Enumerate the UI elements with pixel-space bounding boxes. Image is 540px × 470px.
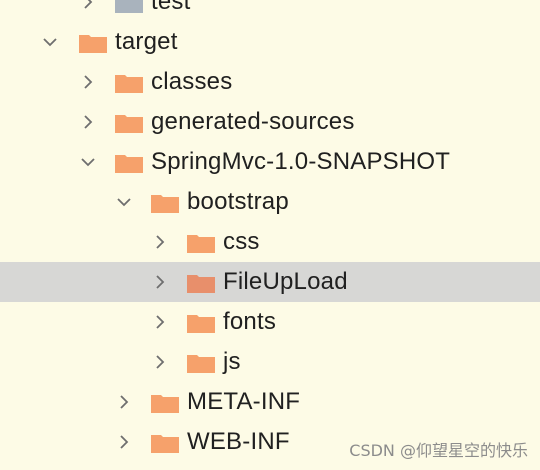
folder-icon	[115, 113, 143, 133]
chevron-right-icon[interactable]	[150, 352, 170, 372]
csdn-watermark: CSDN @仰望星空的快乐	[349, 441, 528, 460]
folder-icon	[151, 433, 179, 453]
tree-item-generated-sources[interactable]: generated-sources	[0, 102, 540, 142]
chevron-right-icon[interactable]	[114, 392, 134, 412]
chevron-right-icon[interactable]	[150, 232, 170, 252]
folder-icon	[115, 73, 143, 93]
tree-item-label: SpringMvc-1.0-SNAPSHOT	[151, 148, 451, 175]
tree-item-fonts[interactable]: fonts	[0, 302, 540, 342]
tree-item-label: fonts	[223, 308, 277, 335]
folder-icon	[187, 233, 215, 253]
tree-item-bootstrap[interactable]: bootstrap	[0, 182, 540, 222]
folder-icon	[115, 0, 143, 13]
tree-item-label: test	[151, 0, 191, 15]
tree-item-label: css	[223, 228, 260, 255]
tree-item-test[interactable]: test	[0, 0, 540, 22]
tree-item-springmvc-snapshot[interactable]: SpringMvc-1.0-SNAPSHOT	[0, 142, 540, 182]
tree-item-label: WEB-INF	[187, 428, 290, 455]
chevron-right-icon[interactable]	[150, 272, 170, 292]
chevron-right-icon[interactable]	[78, 0, 98, 12]
tree-item-label: js	[223, 348, 241, 375]
chevron-down-icon[interactable]	[114, 192, 134, 212]
tree-item-meta-inf[interactable]: META-INF	[0, 382, 540, 422]
tree-item-classes[interactable]: classes	[0, 62, 540, 102]
chevron-down-icon[interactable]	[40, 32, 60, 52]
folder-icon	[187, 353, 215, 373]
folder-icon	[151, 393, 179, 413]
tree-item-target[interactable]: target	[0, 22, 540, 62]
tree-item-label: target	[115, 28, 178, 55]
chevron-right-icon[interactable]	[150, 312, 170, 332]
chevron-right-icon[interactable]	[114, 432, 134, 452]
tree-item-fileupload[interactable]: FileUpLoad	[0, 262, 540, 302]
chevron-right-icon[interactable]	[78, 112, 98, 132]
tree-item-label: classes	[151, 68, 233, 95]
tree-item-css[interactable]: css	[0, 222, 540, 262]
folder-icon	[79, 33, 107, 53]
project-tree: test target classes generated-sources Sp…	[0, 0, 540, 470]
folder-icon	[187, 273, 215, 293]
tree-item-label: META-INF	[187, 388, 301, 415]
tree-item-label: bootstrap	[187, 188, 289, 215]
tree-item-label: FileUpLoad	[223, 268, 348, 295]
folder-icon	[115, 153, 143, 173]
tree-item-label: generated-sources	[151, 108, 355, 135]
chevron-down-icon[interactable]	[78, 152, 98, 172]
folder-icon	[187, 313, 215, 333]
chevron-right-icon[interactable]	[78, 72, 98, 92]
folder-icon	[151, 193, 179, 213]
tree-item-js[interactable]: js	[0, 342, 540, 382]
